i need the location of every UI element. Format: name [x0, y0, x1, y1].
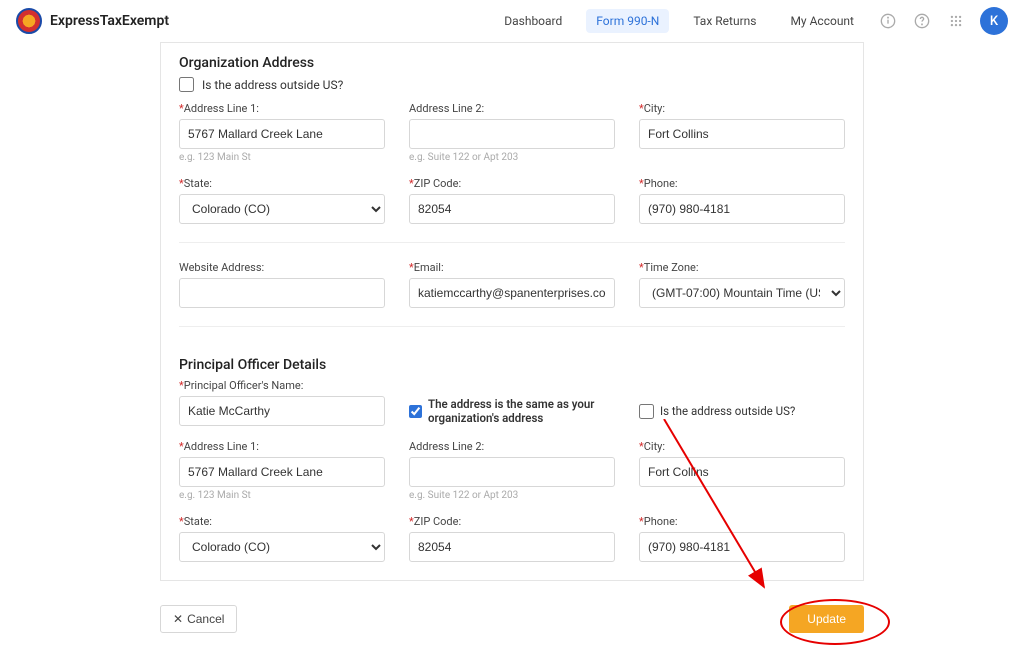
separator-1 — [179, 242, 845, 243]
nav-tax-returns[interactable]: Tax Returns — [683, 9, 766, 33]
separator-2 — [179, 326, 845, 327]
info-icon[interactable] — [878, 11, 898, 31]
org-website-input[interactable] — [179, 278, 385, 308]
org-zip-input[interactable] — [409, 194, 615, 224]
po-same-address-label: The address is the same as your organiza… — [428, 397, 615, 425]
org-phone-input[interactable] — [639, 194, 845, 224]
po-same-address-checkbox[interactable] — [409, 404, 422, 419]
po-name-label: Principal Officer's Name: — [184, 379, 304, 392]
close-icon: ✕ — [173, 612, 183, 626]
org-state-label: State: — [184, 177, 212, 190]
org-addr2-hint: e.g. Suite 122 or Apt 203 — [409, 152, 615, 163]
org-email-input[interactable] — [409, 278, 615, 308]
po-outside-us-label: Is the address outside US? — [660, 404, 795, 418]
po-city-label: City: — [644, 440, 665, 453]
po-zip-input[interactable] — [409, 532, 615, 562]
help-icon[interactable] — [912, 11, 932, 31]
po-name-input[interactable] — [179, 396, 385, 426]
po-state-label: State: — [184, 515, 212, 528]
nav-form-990n[interactable]: Form 990-N — [586, 9, 669, 33]
topbar: ExpressTaxExempt Dashboard Form 990-N Ta… — [0, 0, 1024, 42]
avatar[interactable]: K — [980, 7, 1008, 35]
brand: ExpressTaxExempt — [16, 8, 169, 34]
nav-dashboard[interactable]: Dashboard — [494, 9, 572, 33]
org-state-select[interactable]: Colorado (CO) — [179, 194, 385, 224]
org-tz-select[interactable]: (GMT-07:00) Mountain Time (US & Canada) — [639, 278, 845, 308]
po-addr1-input[interactable] — [179, 457, 385, 487]
form-card: Organization Address Is the address outs… — [160, 42, 864, 581]
po-outside-us-checkbox[interactable] — [639, 404, 654, 419]
footer-row: ✕ Cancel Update — [160, 589, 864, 649]
po-addr1-hint: e.g. 123 Main St — [179, 490, 385, 501]
cancel-label: Cancel — [187, 612, 224, 626]
po-addr2-hint: e.g. Suite 122 or Apt 203 — [409, 490, 615, 501]
brand-text: ExpressTaxExempt — [50, 13, 169, 29]
po-city-input[interactable] — [639, 457, 845, 487]
org-addr2-label: Address Line 2: — [409, 102, 484, 115]
po-phone-label: Phone: — [644, 515, 678, 528]
po-phone-input[interactable] — [639, 532, 845, 562]
org-tz-label: Time Zone: — [644, 261, 699, 274]
org-email-label: Email: — [414, 261, 444, 274]
org-addr1-hint: e.g. 123 Main St — [179, 152, 385, 163]
org-outside-us-label: Is the address outside US? — [202, 78, 343, 92]
nav-my-account[interactable]: My Account — [780, 9, 864, 33]
org-addr1-input[interactable] — [179, 119, 385, 149]
org-addr1-label: Address Line 1: — [184, 102, 259, 115]
org-city-input[interactable] — [639, 119, 845, 149]
apps-icon[interactable] — [946, 11, 966, 31]
org-outside-us-checkbox[interactable] — [179, 77, 194, 92]
po-addr2-label: Address Line 2: — [409, 440, 484, 453]
po-addr1-label: Address Line 1: — [184, 440, 259, 453]
org-phone-label: Phone: — [644, 177, 678, 190]
brand-logo-icon — [16, 8, 42, 34]
cancel-button[interactable]: ✕ Cancel — [160, 605, 237, 633]
po-title: Principal Officer Details — [179, 345, 845, 379]
org-address-title: Organization Address — [179, 43, 845, 77]
po-addr2-input[interactable] — [409, 457, 615, 487]
top-nav: Dashboard Form 990-N Tax Returns My Acco… — [494, 7, 1008, 35]
po-zip-label: ZIP Code: — [414, 515, 461, 528]
org-website-label: Website Address: — [179, 261, 264, 274]
po-state-select[interactable]: Colorado (CO) — [179, 532, 385, 562]
update-button[interactable]: Update — [789, 605, 864, 633]
org-zip-label: ZIP Code: — [414, 177, 461, 190]
org-city-label: City: — [644, 102, 665, 115]
org-addr2-input[interactable] — [409, 119, 615, 149]
